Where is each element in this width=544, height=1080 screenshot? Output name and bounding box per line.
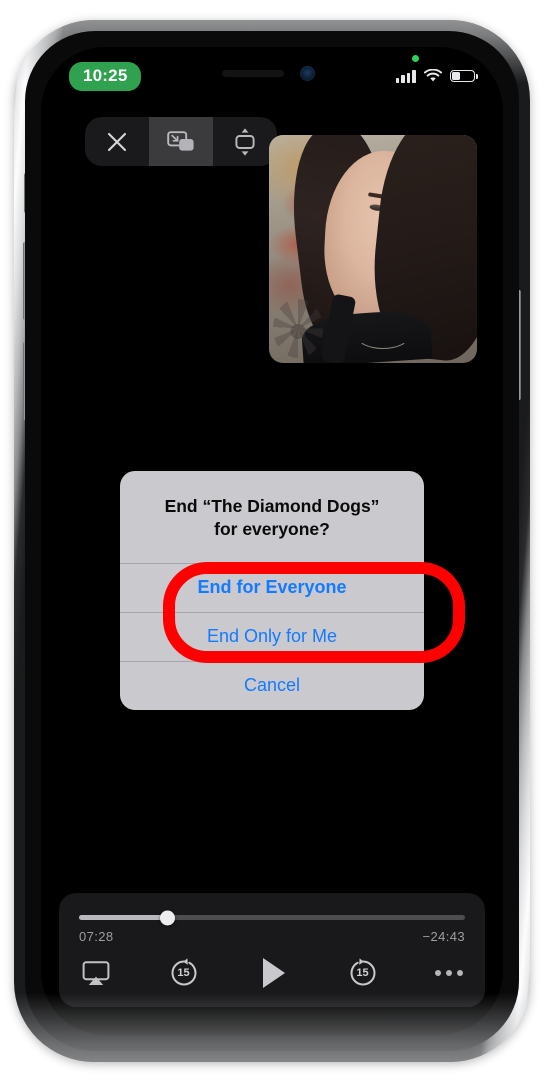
play-icon bbox=[263, 958, 285, 988]
alert-title: End “The Diamond Dogs” for everyone? bbox=[120, 471, 424, 563]
close-icon bbox=[107, 132, 127, 151]
end-session-alert: End “The Diamond Dogs” for everyone? End… bbox=[120, 471, 424, 710]
notch-area bbox=[222, 65, 316, 81]
playback-scrubber[interactable] bbox=[79, 910, 465, 925]
cellular-signal-icon bbox=[395, 69, 416, 83]
camera-self-view[interactable] bbox=[269, 135, 477, 363]
camera-privacy-indicator-icon bbox=[411, 55, 419, 62]
alert-title-line-1: End “The Diamond Dogs” bbox=[164, 496, 380, 516]
phone-screen: 10:25 End “The Diamond Dogs” for everyon… bbox=[41, 47, 503, 1035]
video-player-controls: 07:28 −24:43 15 15 bbox=[59, 893, 485, 1007]
skip-back-15-button[interactable]: 15 bbox=[167, 956, 201, 990]
transport-controls: 15 15 bbox=[77, 955, 467, 993]
video-control-bar bbox=[85, 117, 277, 166]
airplay-icon bbox=[82, 960, 110, 985]
close-button[interactable] bbox=[85, 117, 149, 166]
earpiece-speaker bbox=[222, 69, 285, 77]
remaining-time: −24:43 bbox=[422, 929, 465, 944]
end-for-everyone-button[interactable]: End for Everyone bbox=[120, 562, 424, 612]
end-only-for-me-button[interactable]: End Only for Me bbox=[120, 611, 424, 661]
picture-in-picture-button[interactable] bbox=[149, 117, 213, 166]
status-bar-indicators bbox=[395, 55, 478, 83]
scrubber-progress-fill bbox=[79, 915, 168, 920]
screenshot-stage: 10:25 End “The Diamond Dogs” for everyon… bbox=[0, 0, 544, 1080]
skip-forward-15-button[interactable]: 15 bbox=[346, 956, 380, 990]
more-options-icon bbox=[435, 970, 463, 976]
status-bar: 10:25 bbox=[41, 47, 503, 105]
wifi-icon bbox=[423, 69, 443, 82]
status-bar-time: 10:25 bbox=[69, 61, 142, 91]
elapsed-time: 07:28 bbox=[79, 929, 114, 944]
picture-in-picture-icon bbox=[167, 130, 194, 151]
cancel-button[interactable]: Cancel bbox=[120, 660, 424, 710]
battery-icon bbox=[449, 69, 478, 83]
resize-screen-button[interactable] bbox=[213, 117, 277, 166]
play-button[interactable] bbox=[256, 955, 290, 991]
iphone-device-frame: 10:25 End “The Diamond Dogs” for everyon… bbox=[14, 20, 530, 1062]
playback-timestamps: 07:28 −24:43 bbox=[77, 929, 467, 944]
resize-screen-icon bbox=[235, 127, 255, 156]
more-options-button[interactable] bbox=[435, 970, 463, 976]
skip-back-seconds: 15 bbox=[177, 967, 190, 979]
alert-title-line-2: for everyone? bbox=[214, 518, 330, 539]
front-camera-icon bbox=[300, 65, 316, 81]
skip-forward-seconds: 15 bbox=[356, 967, 369, 979]
airplay-button[interactable] bbox=[81, 960, 111, 987]
device-bezel: 10:25 End “The Diamond Dogs” for everyon… bbox=[25, 31, 519, 1051]
scrubber-thumb[interactable] bbox=[160, 910, 176, 925]
